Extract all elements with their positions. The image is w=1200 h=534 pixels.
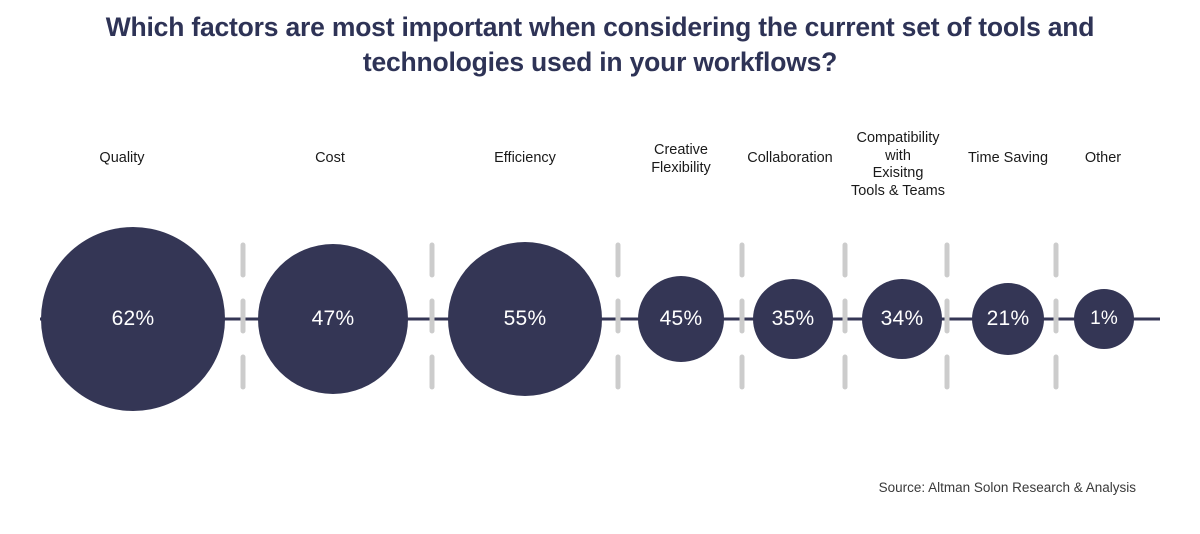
bubble[interactable] (753, 279, 833, 359)
category-label: Compatibility with Exisitng Tools & Team… (850, 130, 946, 200)
bubble[interactable] (972, 283, 1044, 355)
category-label: Cost (315, 150, 345, 166)
source-note: Source: Altman Solon Research & Analysis (878, 480, 1136, 495)
category-label: Other (1084, 150, 1122, 166)
bubble-chart: Which factors are most important when co… (0, 0, 1200, 534)
category-label: Creative Flexibility (651, 142, 711, 176)
bubble[interactable] (448, 242, 602, 396)
plot-area (0, 0, 1200, 534)
category-label: Time Saving (967, 150, 1049, 166)
category-label: Quality (99, 150, 145, 166)
bubble[interactable] (638, 276, 724, 362)
bubble[interactable] (41, 227, 225, 411)
bubble[interactable] (258, 244, 408, 394)
bubble[interactable] (1074, 289, 1134, 349)
bubble[interactable] (862, 279, 942, 359)
category-label: Collaboration (747, 150, 833, 166)
plot-svg (40, 227, 1160, 411)
category-label: Efficiency (494, 150, 556, 166)
